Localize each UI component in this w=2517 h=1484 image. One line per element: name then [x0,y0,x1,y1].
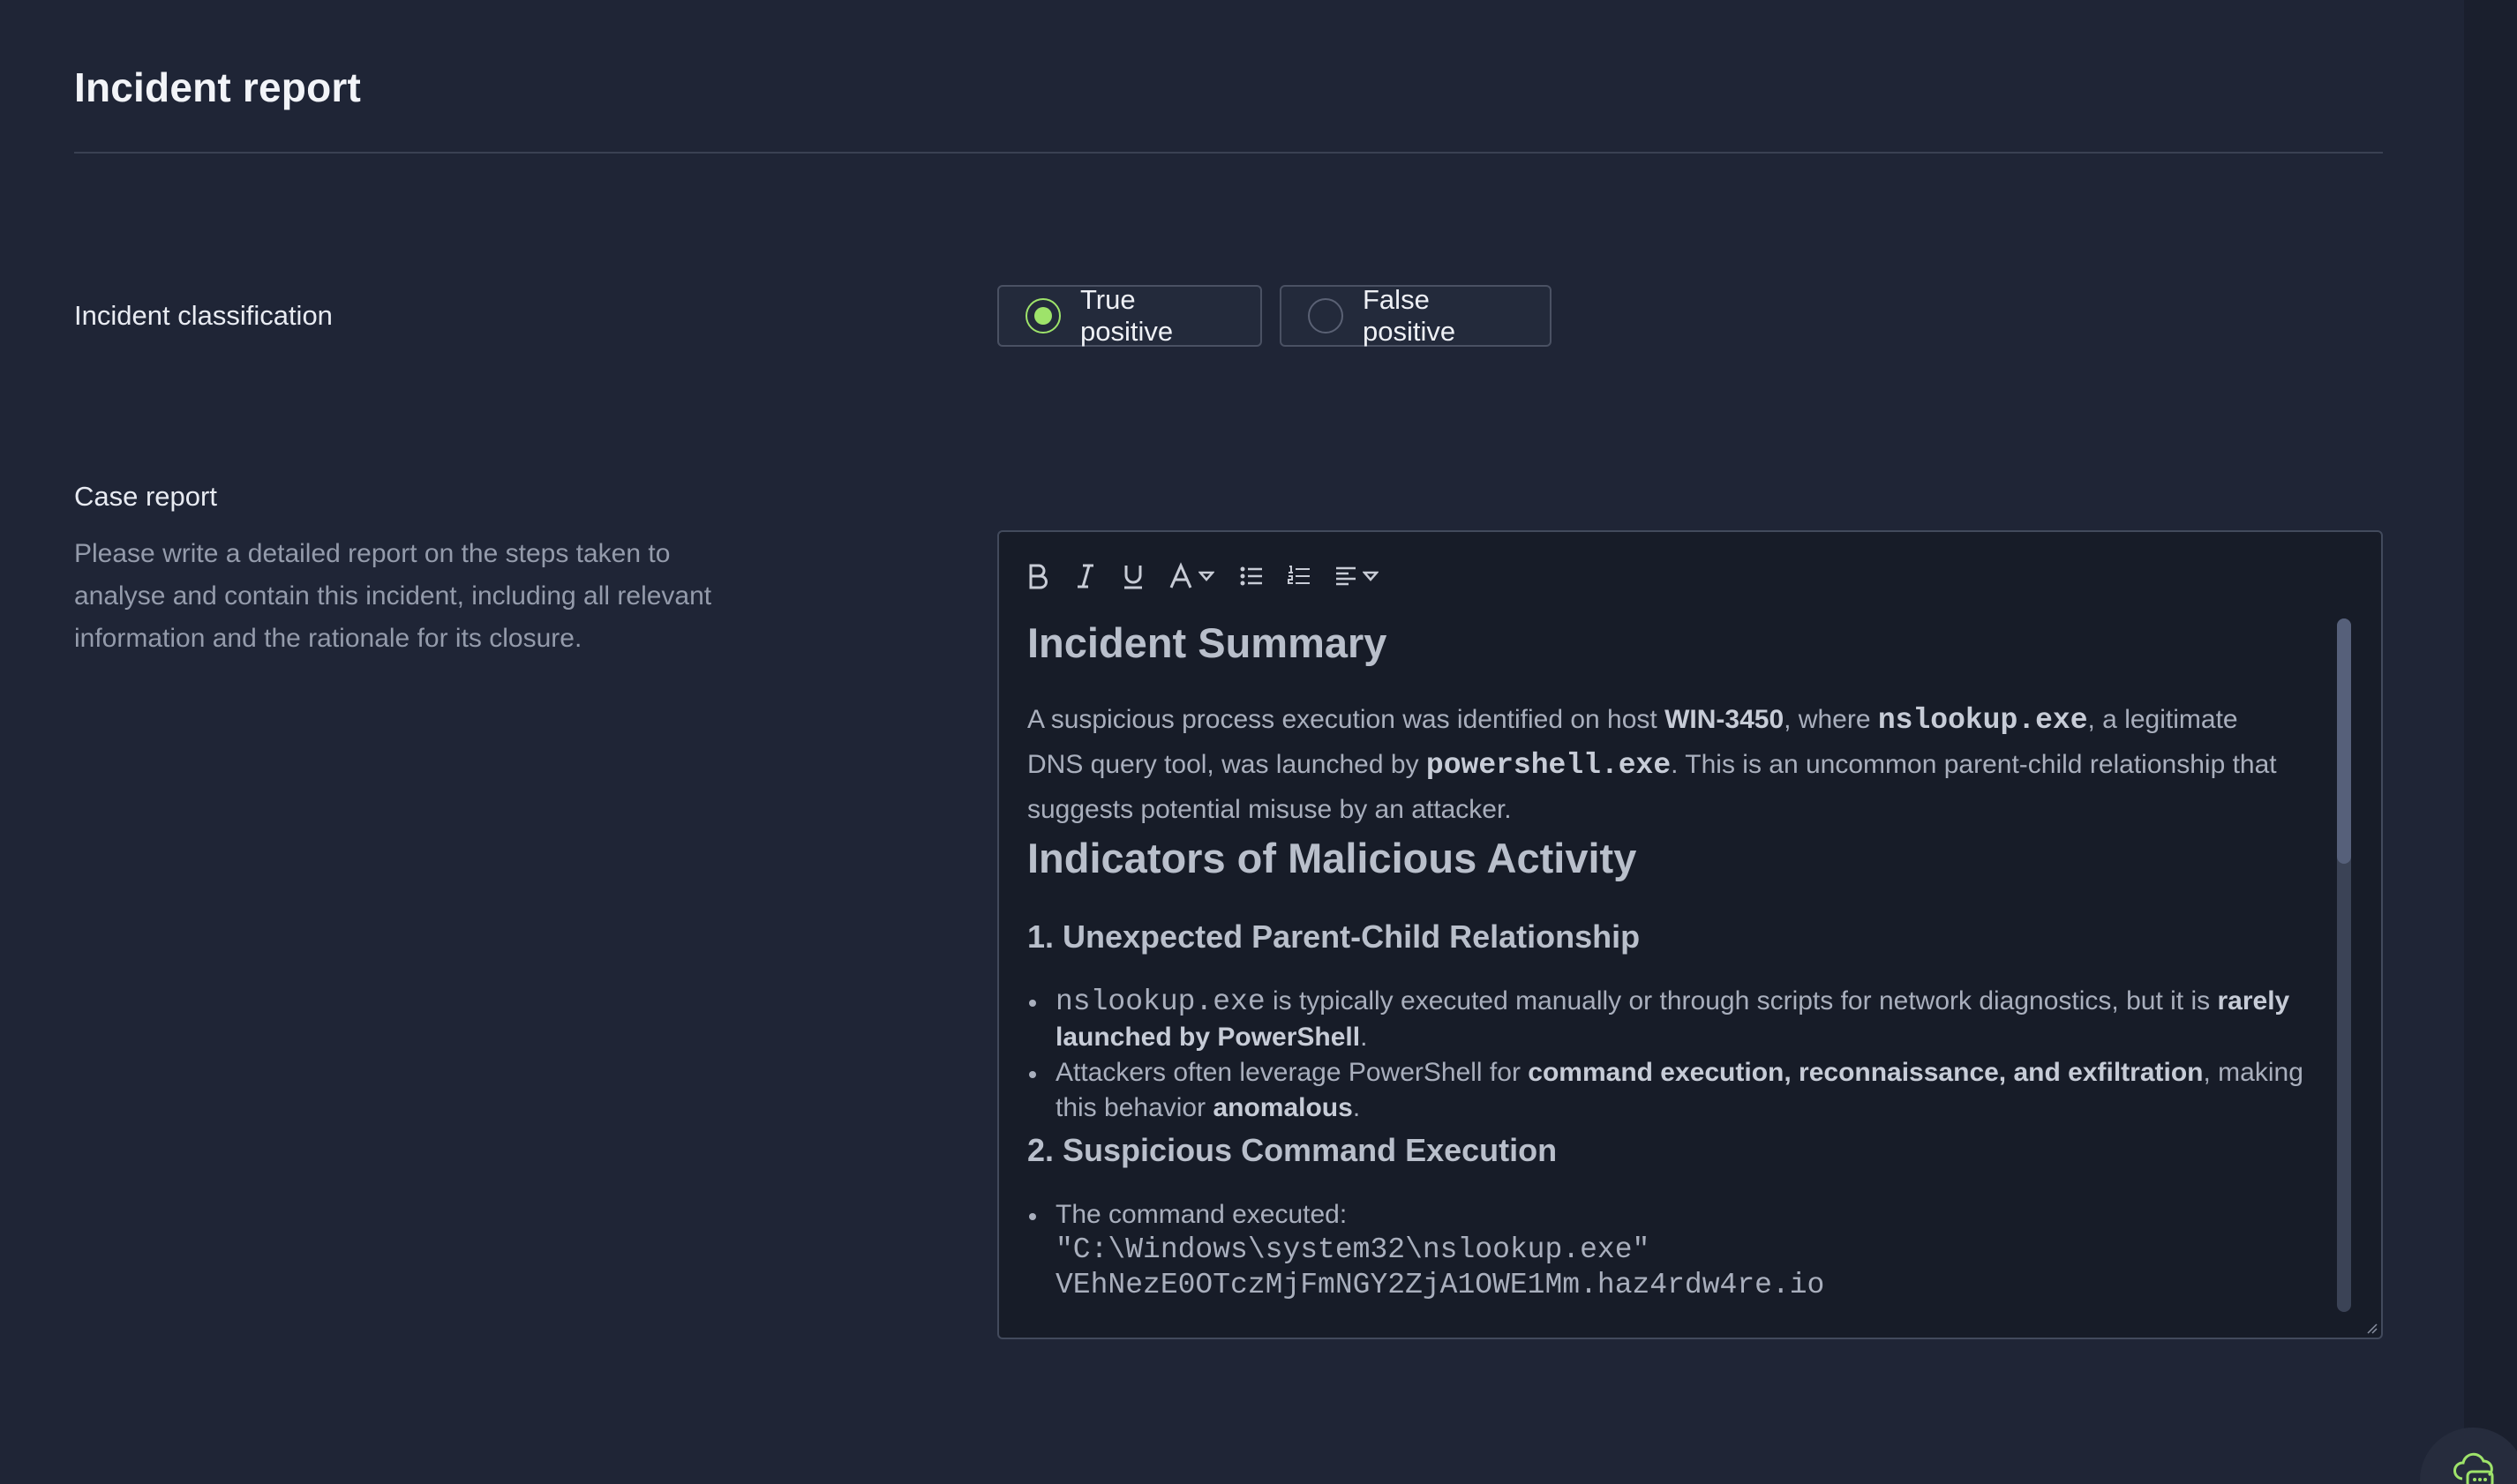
chevron-down-icon [1198,571,1214,581]
summary-process-2: powershell.exe [1425,749,1672,782]
editor-scrollbar[interactable] [2337,618,2351,1312]
list-item-tail: . [1360,1023,1368,1052]
summary-host: WIN-3450 [1664,705,1784,734]
title-divider [74,152,2383,154]
main-content: Incident report Incident classification … [0,0,2464,1484]
chat-cloud-icon [2453,1452,2494,1484]
page-title: Incident report [74,64,362,110]
align-left-icon [1336,566,1356,586]
numbered-list-button[interactable] [1287,558,1334,594]
underline-button[interactable] [1121,558,1168,594]
radio-true-positive-label: True positive [1080,284,1174,347]
command-line-1: "C:\Windows\system32\nslookup.exe" [1056,1233,1650,1266]
font-color-button[interactable] [1168,558,1239,594]
section2-heading: 2. Suspicious Command Execution [1027,1132,1558,1168]
list-item-text: The command executed: [1056,1200,1348,1229]
list-item-text: Attackers often leverage PowerShell for [1056,1058,1529,1087]
radio-true-positive[interactable]: True positive [997,284,1262,347]
editor-toolbar [1026,558,1405,594]
radio-false-positive[interactable]: False positive [1280,284,1552,347]
section1-heading: 1. Unexpected Parent-Child Relationship [1027,918,1641,955]
bullet-list-icon [1240,566,1262,586]
resize-grip-icon[interactable] [2363,1320,2378,1334]
section1-list: nslookup.exe is typically executed manua… [1027,984,2309,1126]
list-item-code: nslookup.exe [1056,986,1266,1018]
bullet-list-button[interactable] [1239,558,1287,594]
summary-text-1: A suspicious process execution was ident… [1027,705,1665,734]
section2-list: The command executed: "C:\Windows\system… [1027,1197,2309,1303]
font-color-icon [1169,562,1192,588]
classification-radio-group: True positive False positive [997,284,1552,347]
radio-unchecked-icon [1308,298,1343,334]
summary-heading: Incident Summary [1027,619,1387,666]
list-item-text: is typically executed manually or throug… [1265,986,2218,1016]
page: Incident report Incident classification … [0,0,2517,1484]
radio-false-positive-label: False positive [1363,284,1456,347]
right-rail [2464,0,2517,1484]
bold-button[interactable] [1026,558,1073,594]
list-item-bold-2: anomalous [1213,1093,1353,1122]
radio-checked-icon [1026,298,1061,334]
list-item: The command executed: "C:\Windows\system… [1029,1197,2309,1303]
align-button[interactable] [1334,558,1405,594]
bold-icon [1029,564,1048,589]
summary-text-2: , where [1784,705,1878,734]
incident-classification-label: Incident classification [74,300,333,331]
underline-icon [1124,566,1142,589]
numbered-list-icon [1288,566,1310,584]
italic-button[interactable] [1073,558,1121,594]
case-report-editor[interactable]: Incident Summary A suspicious process ex… [997,530,2383,1339]
list-item: nslookup.exe is typically executed manua… [1029,984,2309,1055]
case-report-help-text: Please write a detailed report on the st… [74,539,712,653]
chevron-down-icon [1363,571,1379,581]
indicators-heading: Indicators of Malicious Activity [1027,835,1637,881]
list-item-bold: command execution, reconnaissance, and e… [1528,1058,2204,1087]
case-report-label: Case report [74,481,217,512]
editor-scroll-thumb[interactable] [2337,618,2351,864]
summary-paragraph: A suspicious process execution was ident… [1027,698,2298,832]
command-line-2: VEhNezE0OTczMjFmNGY2ZjA1OWE1Mm.haz4rdw4r… [1056,1269,1825,1301]
list-item: Attackers often leverage PowerShell for … [1029,1055,2309,1126]
italic-icon [1078,564,1093,588]
list-item-tail: . [1352,1093,1361,1122]
summary-process-1: nslookup.exe [1877,704,2088,737]
